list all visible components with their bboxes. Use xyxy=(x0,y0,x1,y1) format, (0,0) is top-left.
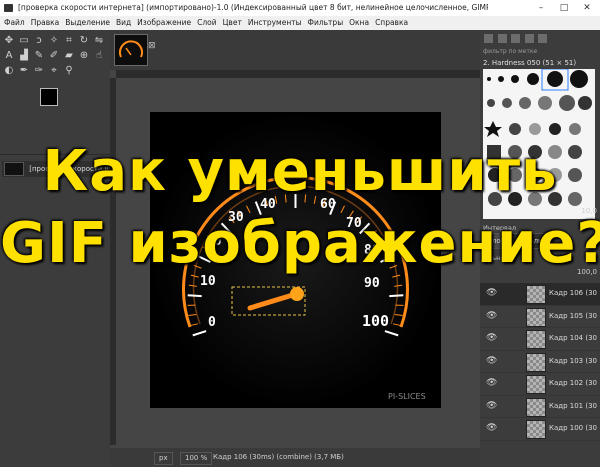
layer-name: Кадр 105 (30 xyxy=(549,311,597,320)
image-tab-thumbnail[interactable] xyxy=(114,34,148,66)
watermark: PI-SLICES xyxy=(388,392,426,401)
layer-row[interactable]: 👁 Кадр 103 (30 xyxy=(480,351,600,373)
menu-layer[interactable]: Слой xyxy=(197,16,217,30)
eye-icon[interactable]: 👁 xyxy=(486,333,497,343)
layer-thumbnail xyxy=(526,307,546,327)
unit-selector[interactable]: px xyxy=(154,452,173,465)
window-title: [проверка скорости интернета] (импортиро… xyxy=(18,3,488,12)
headline-line-1: Как уменьшить xyxy=(42,139,558,204)
dodge-icon[interactable]: ◐ xyxy=(2,64,16,77)
layer-thumbnail xyxy=(526,420,546,439)
menu-image[interactable]: Изображение xyxy=(137,16,191,30)
image-tab-strip: ⊠ xyxy=(110,30,480,70)
layer-name: Кадр 100 (30 xyxy=(549,424,597,432)
layer-row[interactable]: 👁 Кадр 105 (30 xyxy=(480,306,600,328)
close-icon[interactable]: ✕ xyxy=(576,0,598,16)
layer-name: Кадр 103 (30 xyxy=(549,356,597,365)
headline-line-2: GIF изображение? xyxy=(0,211,600,276)
tick-label-90: 90 xyxy=(364,276,380,291)
image-tab-close-icon[interactable]: ⊠ xyxy=(148,42,156,51)
eye-icon[interactable]: 👁 xyxy=(486,401,497,411)
layer-thumbnail xyxy=(526,352,546,372)
status-bar: px 100 % Кадр 106 (30ms) (combine) (3,7 … xyxy=(110,448,480,467)
foreground-color[interactable] xyxy=(40,88,58,106)
tool-grid: ✥ ▭ ↄ ✧ ⌗ ↻ ⇋ A ▟ ✎ ✐ ▰ ⊕ ☝ ◐ ✒ ✑ ⌖ ⚲ xyxy=(2,34,108,77)
menu-bar: Файл Правка Выделение Вид Изображение Сл… xyxy=(0,16,600,30)
paintbrush-icon[interactable]: ✐ xyxy=(47,49,61,62)
menu-view[interactable]: Вид xyxy=(116,16,131,30)
crop-icon[interactable]: ⌗ xyxy=(62,34,76,47)
menu-tools[interactable]: Инструменты xyxy=(248,16,302,30)
fuzzy-select-icon[interactable]: ✧ xyxy=(47,34,61,47)
fonts-tab-icon[interactable] xyxy=(511,34,521,43)
layer-name: Кадр 101 (30 xyxy=(549,401,597,410)
color-picker-icon[interactable]: ✑ xyxy=(32,64,46,77)
layer-name: Кадр 102 (30 xyxy=(549,379,597,387)
gimp-app-icon xyxy=(4,4,13,12)
eye-icon[interactable]: 👁 xyxy=(486,423,497,433)
zoom-tool-icon[interactable]: ⚲ xyxy=(62,64,76,77)
flip-icon[interactable]: ⇋ xyxy=(92,34,106,47)
eraser-icon[interactable]: ▰ xyxy=(62,49,76,62)
eye-icon[interactable]: 👁 xyxy=(486,356,497,366)
layer-name: Кадр 104 (30 xyxy=(549,334,597,342)
tick-label-10: 10 xyxy=(200,274,216,289)
layer-thumbnail xyxy=(526,330,546,349)
smudge-icon[interactable]: ☝ xyxy=(92,49,106,62)
maximize-icon[interactable]: □ xyxy=(553,0,575,16)
layer-thumbnail xyxy=(526,285,546,304)
menu-file[interactable]: Файл xyxy=(4,16,25,30)
tick-label-100: 100 xyxy=(362,312,389,330)
text-tool-icon[interactable]: A xyxy=(2,49,16,62)
layer-row[interactable]: 👁 Кадр 101 (30 xyxy=(480,396,600,418)
gradients-tab-icon[interactable] xyxy=(524,34,534,43)
document-history-tab-icon[interactable] xyxy=(538,34,548,43)
menu-windows[interactable]: Окна xyxy=(349,16,369,30)
layer-row[interactable]: 👁 Кадр 100 (30 xyxy=(480,418,600,441)
measure-icon[interactable]: ⌖ xyxy=(47,64,61,77)
layer-thumbnail xyxy=(526,397,546,417)
zoom-selector[interactable]: 100 % xyxy=(180,452,213,465)
pencil-icon[interactable]: ✎ xyxy=(32,49,46,62)
menu-filters[interactable]: Фильтры xyxy=(308,16,344,30)
gauge-tick xyxy=(187,294,202,298)
menu-help[interactable]: Справка xyxy=(375,16,408,30)
color-swatches[interactable] xyxy=(40,88,70,116)
menu-edit[interactable]: Правка xyxy=(31,16,60,30)
rotate-icon[interactable]: ↻ xyxy=(77,34,91,47)
eye-icon[interactable]: 👁 xyxy=(486,378,497,388)
clone-icon[interactable]: ⊕ xyxy=(77,49,91,62)
bucket-fill-icon[interactable]: ▟ xyxy=(17,49,31,62)
menu-select[interactable]: Выделение xyxy=(65,16,110,30)
rect-select-icon[interactable]: ▭ xyxy=(17,34,31,47)
window-titlebar: [проверка скорости интернета] (импортиро… xyxy=(0,0,600,16)
tick-label-0: 0 xyxy=(208,315,216,330)
status-info: Кадр 106 (30ms) (combine) (3,7 МБ) xyxy=(213,453,344,461)
layer-name: Кадр 106 (30 xyxy=(549,289,597,297)
lasso-icon[interactable]: ↄ xyxy=(32,34,46,47)
layer-row[interactable]: 👁 Кадр 106 (30 xyxy=(480,283,600,306)
eye-icon[interactable]: 👁 xyxy=(486,311,497,321)
brushes-tab-icon[interactable] xyxy=(484,34,493,43)
layer-row[interactable]: 👁 Кадр 104 (30 xyxy=(480,328,600,351)
move-tool-icon[interactable]: ✥ xyxy=(2,34,16,47)
path-icon[interactable]: ✒ xyxy=(17,64,31,77)
layer-row[interactable]: 👁 Кадр 102 (30 xyxy=(480,373,600,396)
dock-tab-icons xyxy=(483,32,597,46)
patterns-tab-icon[interactable] xyxy=(497,34,507,43)
gauge-tick xyxy=(389,294,404,298)
brush-name: 2. Hardness 050 (51 × 51) xyxy=(483,59,577,67)
needle-hub xyxy=(290,287,304,301)
horizontal-ruler[interactable] xyxy=(116,70,480,78)
minimize-icon[interactable]: – xyxy=(530,0,552,16)
layer-thumbnail xyxy=(526,375,546,394)
menu-color[interactable]: Цвет xyxy=(223,16,242,30)
eye-icon[interactable]: 👁 xyxy=(486,288,497,298)
layer-list: 👁 Кадр 106 (30 👁 Кадр 105 (30 👁 Кадр 104… xyxy=(480,283,600,441)
brush-filter-input[interactable]: фильтр по метке xyxy=(483,47,597,57)
